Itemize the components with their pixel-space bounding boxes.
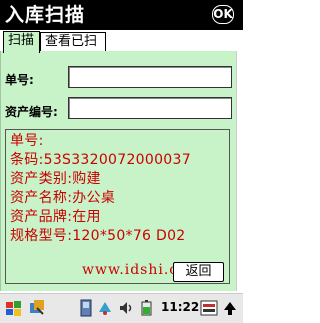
start-windows-icon[interactable] (4, 298, 24, 320)
back-button[interactable]: 返回 (173, 262, 224, 282)
connectivity-icon[interactable] (96, 298, 114, 320)
battery-icon[interactable] (139, 298, 155, 320)
window-title: 入库扫描 (5, 4, 86, 26)
asset-number-label: 资产编号: (5, 105, 58, 119)
app-switch-icon[interactable] (27, 298, 47, 320)
device-icon[interactable] (79, 298, 93, 320)
taskbar: 11:22 (0, 293, 243, 323)
ok-close-button[interactable]: OK (212, 5, 234, 24)
order-number-input[interactable] (68, 66, 232, 88)
tab-scan[interactable]: 扫描 (3, 31, 40, 53)
asset-info-box: 单号: 条码:53S3320072000037 资产类别:购建 资产名称:办公桌… (5, 129, 230, 284)
taskbar-clock[interactable]: 11:22 (161, 300, 199, 314)
info-order-number: 单号: (10, 133, 44, 149)
tab-view-scanned[interactable]: 查看已扫 (40, 32, 106, 52)
info-spec-model: 规格型号:120*50*76 D02 (10, 228, 186, 244)
asset-number-input[interactable] (68, 97, 232, 119)
scrollbar[interactable] (236, 51, 243, 291)
volume-icon[interactable] (118, 298, 134, 320)
input-method-icon[interactable] (199, 298, 219, 320)
info-asset-category: 资产类别:购建 (10, 171, 101, 187)
order-number-label: 单号: (5, 73, 34, 87)
info-asset-name: 资产名称:办公桌 (10, 190, 116, 206)
chevron-up-icon[interactable] (222, 298, 238, 320)
info-barcode: 条码:53S3320072000037 (10, 152, 191, 168)
tab-bar: 扫描 查看已扫 (0, 30, 243, 53)
title-bar: 入库扫描 OK (0, 0, 243, 30)
info-asset-brand: 资产品牌:在用 (10, 209, 101, 225)
